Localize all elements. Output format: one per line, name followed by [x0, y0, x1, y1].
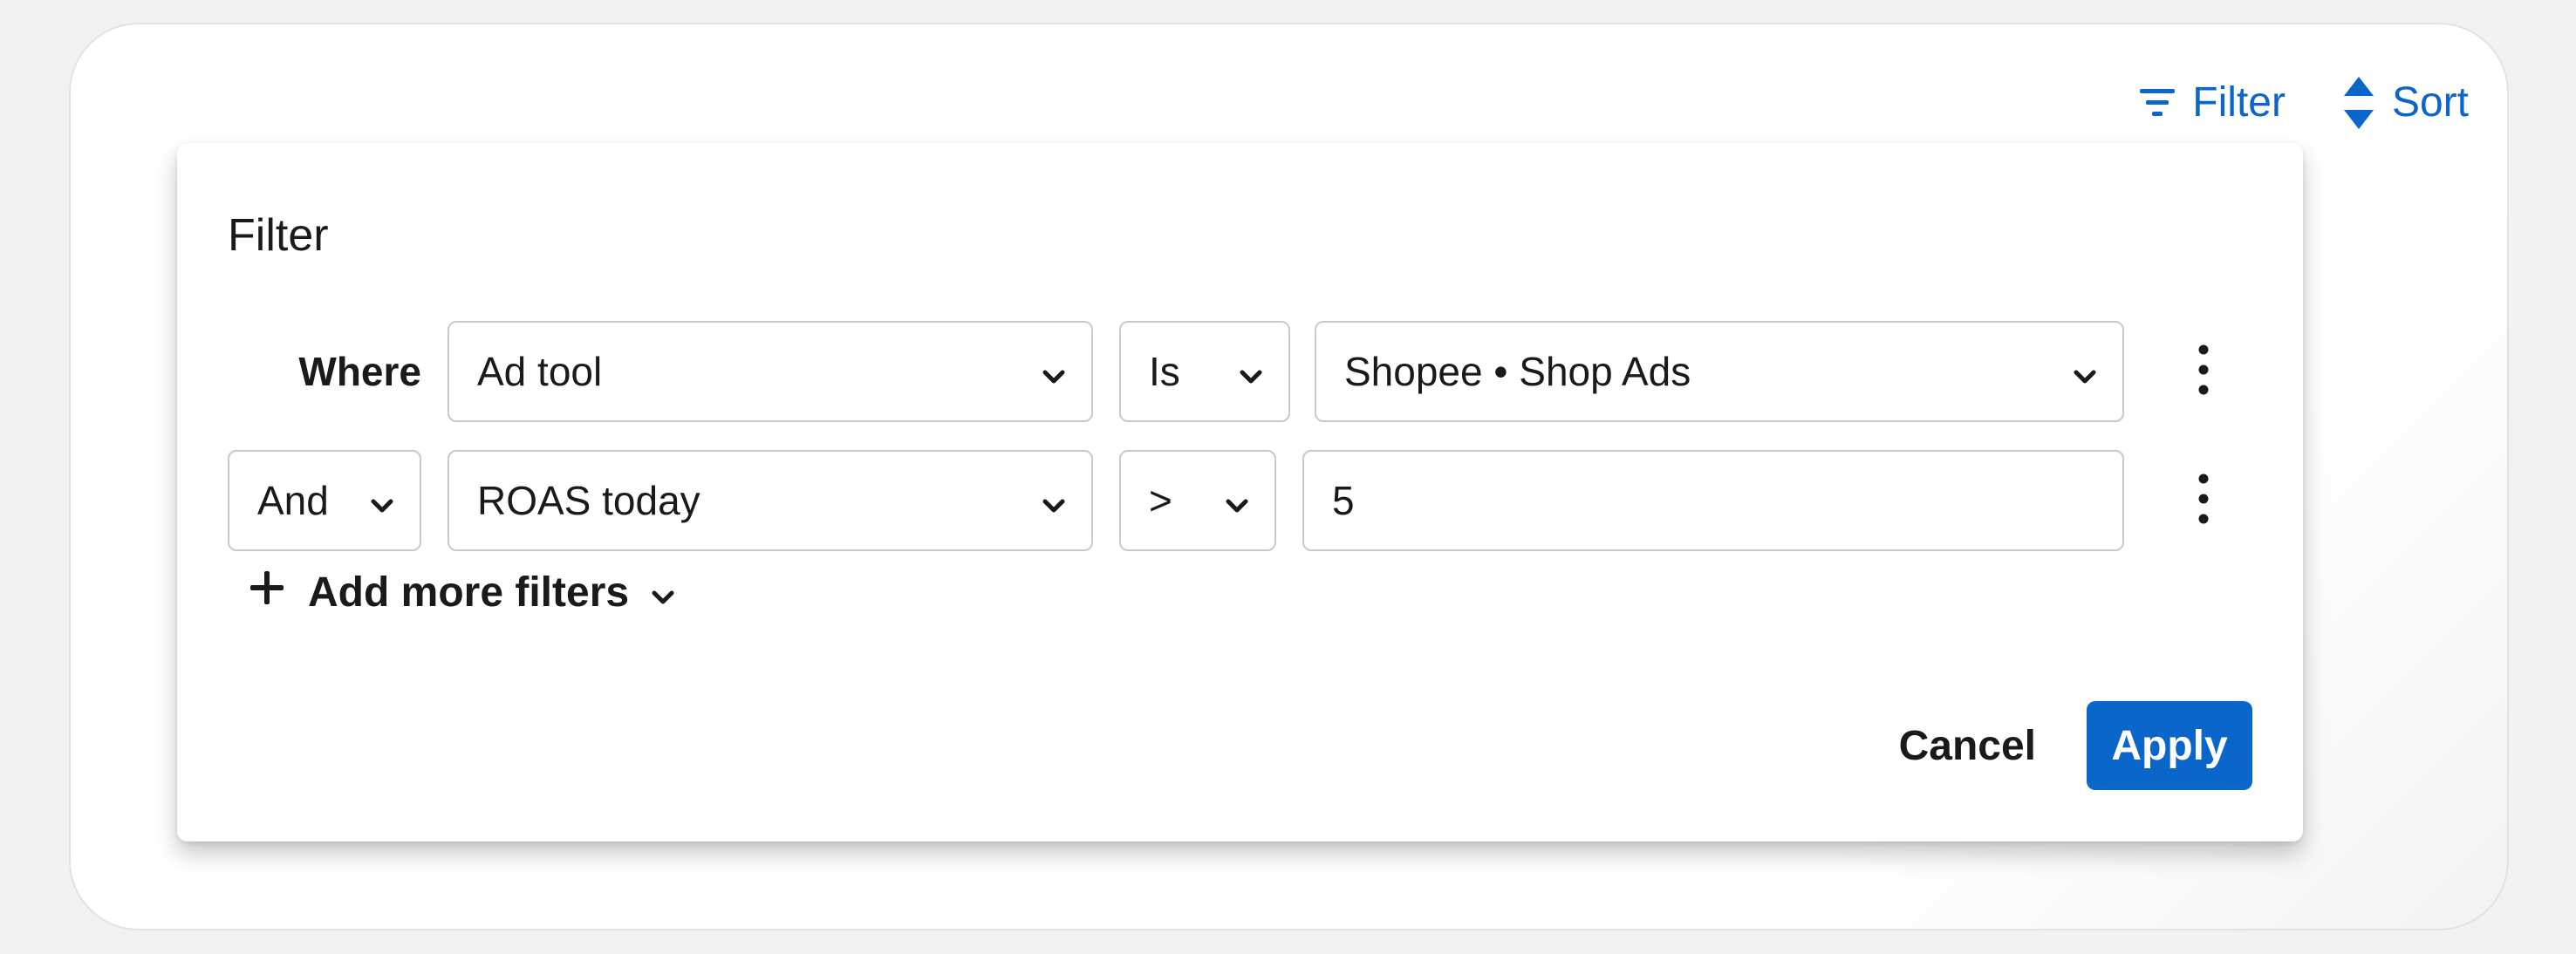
sort-button[interactable]: Sort — [2341, 75, 2469, 131]
toolbar: Filter Sort — [2138, 75, 2469, 131]
sort-icon — [2341, 75, 2376, 131]
where-label: Where — [298, 349, 421, 394]
field-select-ad-tool[interactable]: Ad tool — [448, 321, 1093, 422]
filter-icon — [2138, 85, 2176, 120]
add-more-filters-label: Add more filters — [308, 569, 630, 616]
field-select-value: Ad tool — [477, 349, 603, 394]
kebab-menu-icon — [2198, 344, 2209, 400]
operator-select-value: Is — [1149, 349, 1180, 394]
field-select-value: ROAS today — [477, 478, 700, 523]
filter-row-1: Where Ad tool Is Shopee • Shop Ads — [228, 321, 2234, 422]
apply-button[interactable]: Apply — [2087, 701, 2252, 790]
chevron-down-icon — [371, 477, 393, 524]
value-select-value: Shopee • Shop Ads — [1344, 349, 1691, 394]
card-container: Filter Sort Filter Where Ad tool Is Shop… — [69, 23, 2509, 930]
field-select-roas-today[interactable]: ROAS today — [448, 450, 1093, 551]
filter-popover: Filter Where Ad tool Is Shopee • Shop Ad… — [177, 143, 2303, 842]
cancel-button[interactable]: Cancel — [1899, 722, 2036, 770]
row-1-more-button[interactable] — [2186, 321, 2221, 422]
operator-select-greater-than[interactable]: > — [1119, 450, 1276, 551]
kebab-menu-icon — [2198, 473, 2209, 529]
filter-button[interactable]: Filter — [2138, 82, 2286, 124]
operator-select-is[interactable]: Is — [1119, 321, 1290, 422]
add-more-filters-button[interactable]: Add more filters — [249, 569, 674, 617]
filter-button-label: Filter — [2192, 79, 2286, 126]
filter-row-2: And ROAS today > 5 — [228, 450, 2234, 551]
value-select-shop-ads[interactable]: Shopee • Shop Ads — [1315, 321, 2124, 422]
chevron-down-icon — [2074, 348, 2096, 395]
row-2-more-button[interactable] — [2186, 450, 2221, 551]
popover-footer: Cancel Apply — [1899, 701, 2252, 790]
plus-icon — [249, 569, 285, 617]
chevron-down-icon — [1240, 348, 1262, 395]
connector-select-and[interactable]: And — [228, 450, 421, 551]
popover-title: Filter — [228, 210, 329, 261]
value-input[interactable]: 5 — [1302, 450, 2124, 551]
connector-select-value: And — [257, 478, 329, 523]
operator-select-value: > — [1149, 478, 1172, 523]
chevron-down-icon — [1042, 477, 1065, 524]
chevron-down-icon — [1226, 477, 1248, 524]
sort-button-label: Sort — [2391, 79, 2469, 126]
chevron-down-icon — [652, 569, 674, 617]
value-input-text: 5 — [1332, 478, 1355, 523]
chevron-down-icon — [1042, 348, 1065, 395]
